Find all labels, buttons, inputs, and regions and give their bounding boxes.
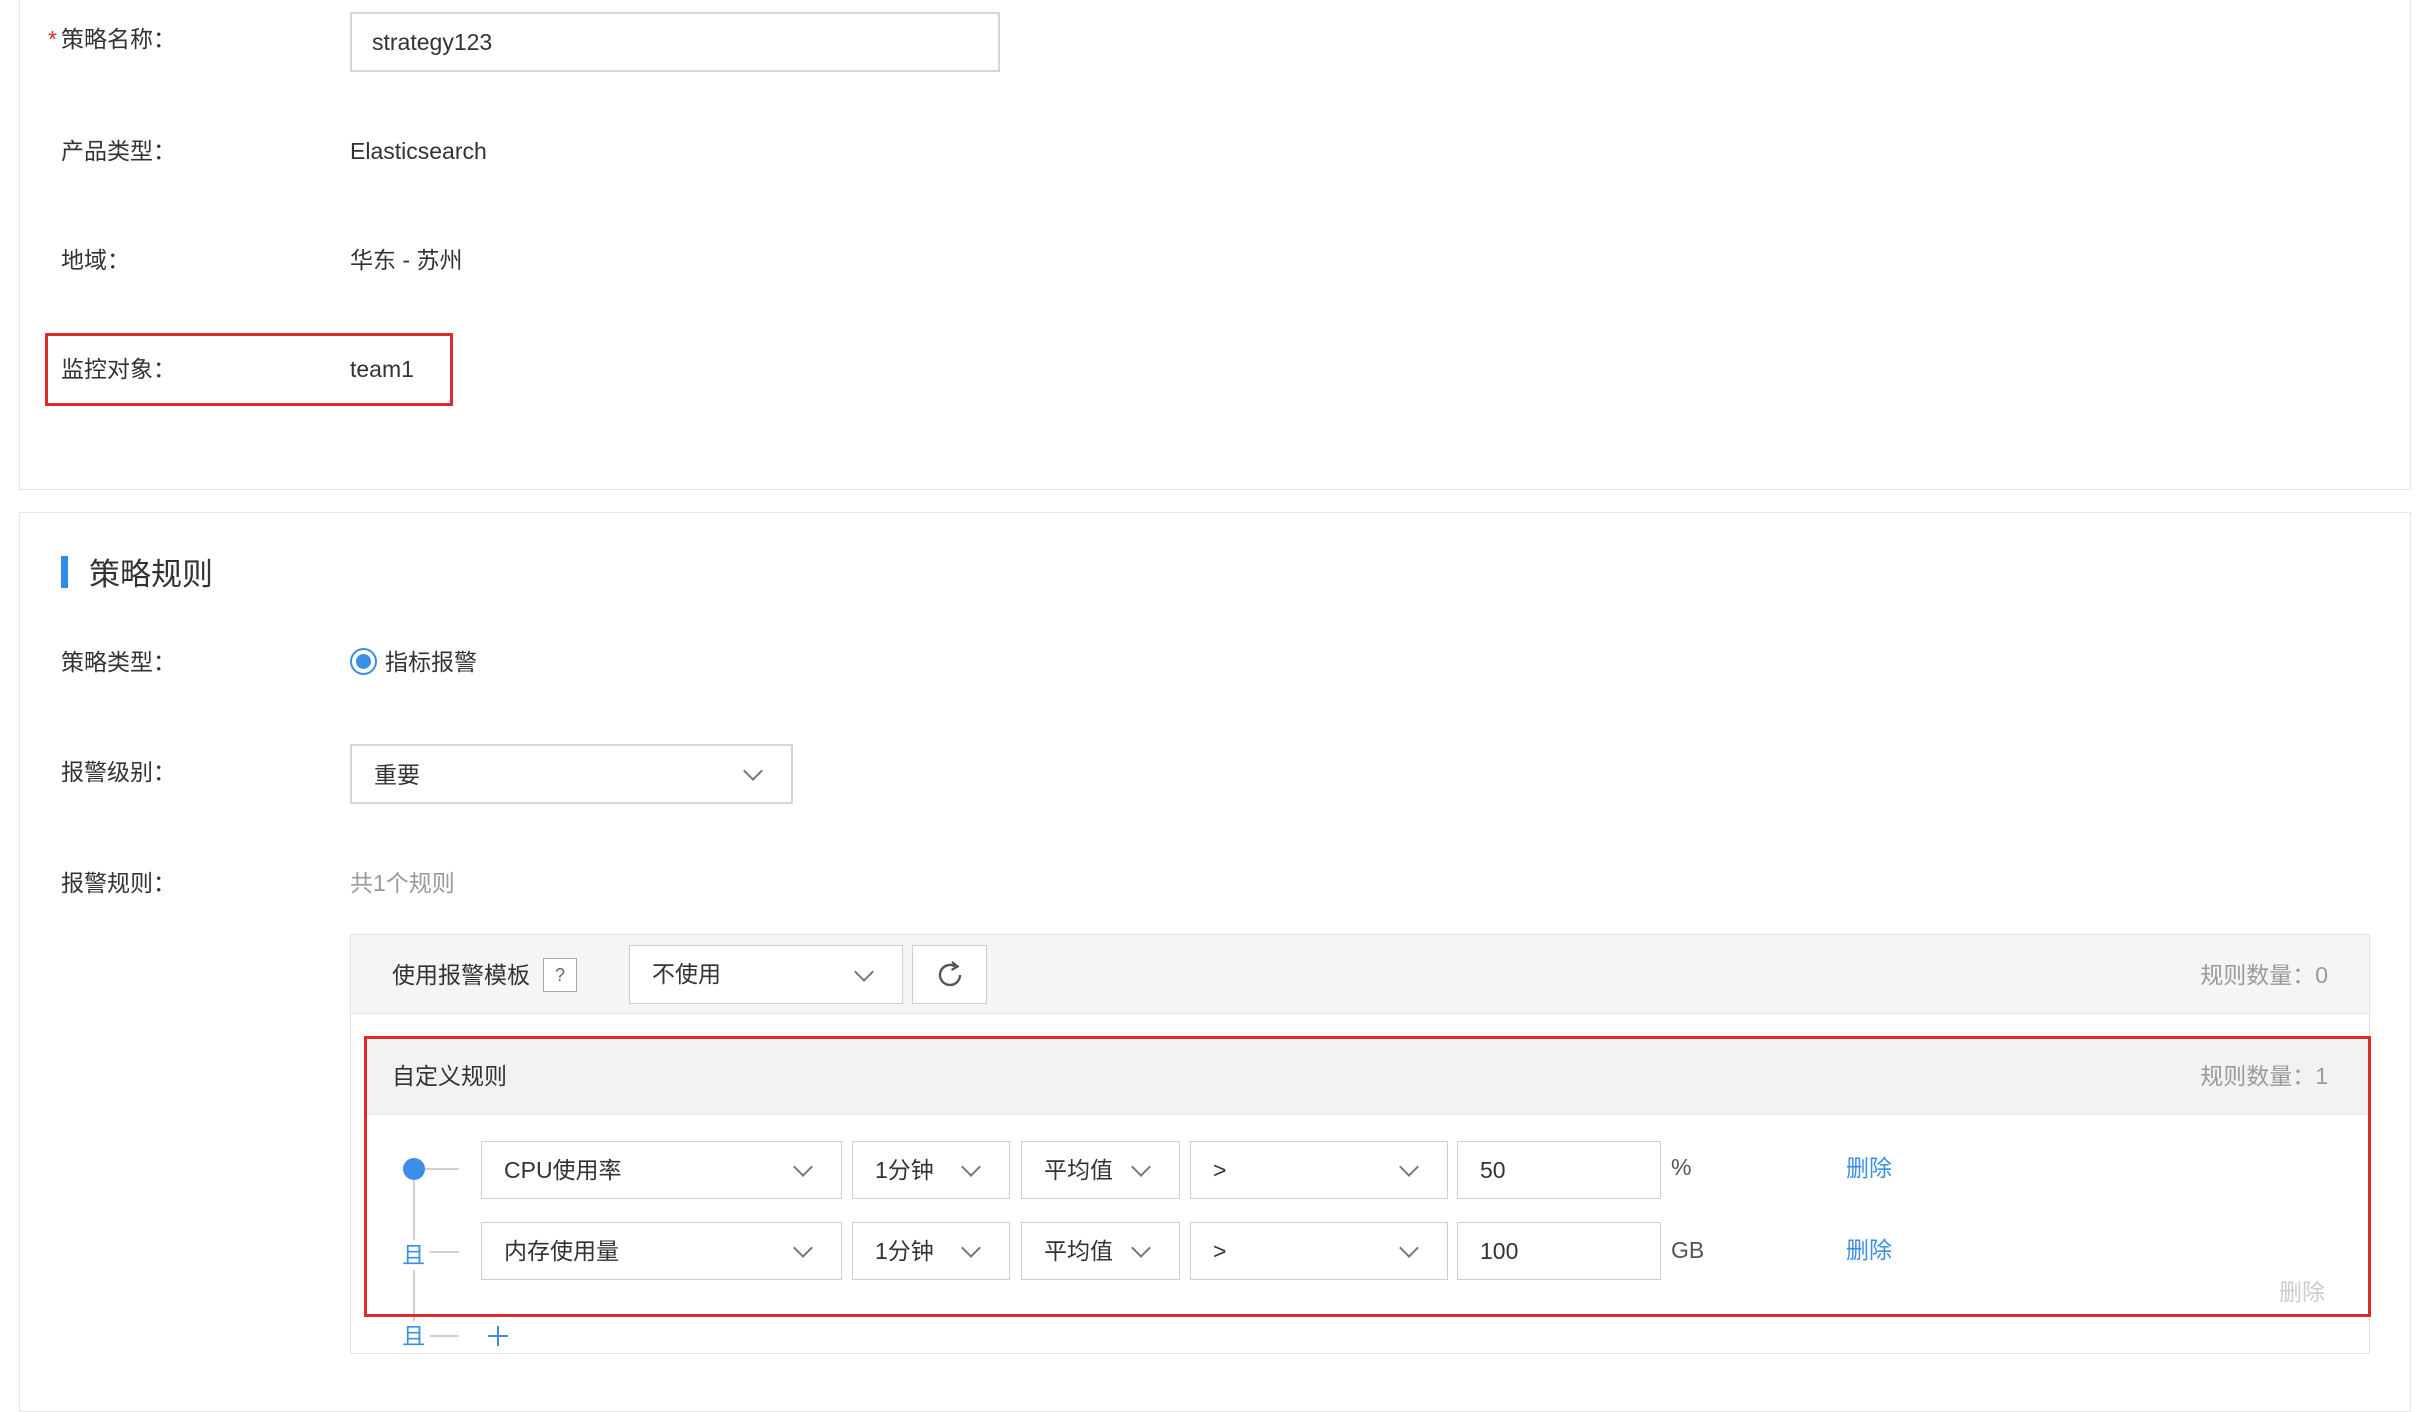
period-value: 1分钟	[875, 1238, 934, 1264]
delete-group-link[interactable]: 删除	[2279, 1277, 2325, 1307]
monitor-target-label: 监控对象：	[61, 356, 176, 382]
chevron-down-icon	[961, 1238, 981, 1258]
metric-value: CPU使用率	[504, 1157, 622, 1183]
delete-condition-link[interactable]: 删除	[1846, 1235, 1892, 1265]
product-type-value: Elasticsearch	[350, 138, 487, 164]
operator-value: >	[1213, 1238, 1227, 1264]
threshold-value: 100	[1480, 1238, 1519, 1264]
chevron-down-icon	[854, 961, 874, 982]
connector-branch	[425, 1168, 459, 1170]
connector-branch	[430, 1335, 459, 1337]
chevron-down-icon	[793, 1238, 813, 1258]
chevron-down-icon	[1399, 1238, 1419, 1258]
custom-rules-title: 自定义规则	[392, 1063, 507, 1089]
chevron-down-icon	[1131, 1157, 1151, 1177]
refresh-icon	[938, 961, 962, 987]
custom-rules-header	[364, 1038, 2370, 1115]
alarm-level-select[interactable]: 重要	[350, 744, 793, 804]
threshold-unit: %	[1671, 1154, 1692, 1180]
custom-rule-count: 规则数量：1	[2200, 1063, 2328, 1089]
connector-branch	[430, 1251, 459, 1253]
template-select[interactable]: 不使用	[629, 945, 903, 1004]
metric-value: 内存使用量	[504, 1238, 619, 1264]
help-icon-glyph: ?	[554, 965, 565, 985]
alarm-level-label: 报警级别：	[61, 759, 176, 785]
chevron-down-icon	[1399, 1157, 1419, 1177]
region-label: 地域：	[61, 247, 130, 273]
threshold-value: 50	[1480, 1157, 1506, 1183]
chevron-down-icon	[1131, 1238, 1151, 1258]
strategy-type-label: 策略类型：	[61, 649, 176, 675]
section-title: 策略规则	[89, 557, 213, 592]
condition-root-dot	[403, 1158, 425, 1180]
refresh-button[interactable]	[912, 945, 987, 1004]
operator-select[interactable]: >	[1190, 1141, 1448, 1199]
region-value: 华东 - 苏州	[350, 247, 463, 273]
method-value: 平均值	[1044, 1157, 1113, 1183]
radio-checked-icon[interactable]	[350, 648, 377, 675]
method-value: 平均值	[1044, 1238, 1113, 1264]
alarm-level-value: 重要	[374, 762, 420, 788]
threshold-input[interactable]: 50	[1457, 1141, 1661, 1199]
template-label: 使用报警模板	[392, 962, 530, 988]
help-icon[interactable]: ?	[543, 958, 577, 992]
period-value: 1分钟	[875, 1157, 934, 1183]
template-rule-count: 规则数量：0	[2200, 962, 2328, 988]
alarm-rules-label: 报警规则：	[61, 870, 176, 896]
method-select[interactable]: 平均值	[1021, 1222, 1180, 1280]
strategy-type-option[interactable]: 指标报警	[385, 647, 477, 677]
period-select[interactable]: 1分钟	[852, 1141, 1010, 1199]
section-title-bar	[61, 556, 68, 588]
alarm-rules-count: 共1个规则	[350, 870, 455, 896]
metric-select[interactable]: CPU使用率	[481, 1141, 842, 1199]
template-select-value: 不使用	[652, 961, 721, 987]
period-select[interactable]: 1分钟	[852, 1222, 1010, 1280]
threshold-unit: GB	[1671, 1237, 1705, 1263]
method-select[interactable]: 平均值	[1021, 1141, 1180, 1199]
operator-select[interactable]: >	[1190, 1222, 1448, 1280]
strategy-name-input[interactable]: strategy123	[350, 12, 1000, 72]
chevron-down-icon	[961, 1157, 981, 1177]
required-mark: *	[48, 26, 57, 52]
add-and-connector[interactable]: 且	[402, 1321, 425, 1351]
chevron-down-icon	[793, 1157, 813, 1177]
strategy-name-label: 策略名称：	[61, 26, 176, 52]
add-icon[interactable]	[488, 1326, 508, 1346]
and-connector[interactable]: 且	[402, 1240, 425, 1270]
threshold-input[interactable]: 100	[1457, 1222, 1661, 1280]
product-type-label: 产品类型：	[61, 138, 176, 164]
strategy-name-value: strategy123	[372, 29, 493, 55]
operator-value: >	[1213, 1157, 1227, 1183]
metric-select[interactable]: 内存使用量	[481, 1222, 842, 1280]
monitor-target-value: team1	[350, 356, 414, 382]
delete-condition-link[interactable]: 删除	[1846, 1153, 1892, 1183]
chevron-down-icon	[743, 761, 763, 781]
